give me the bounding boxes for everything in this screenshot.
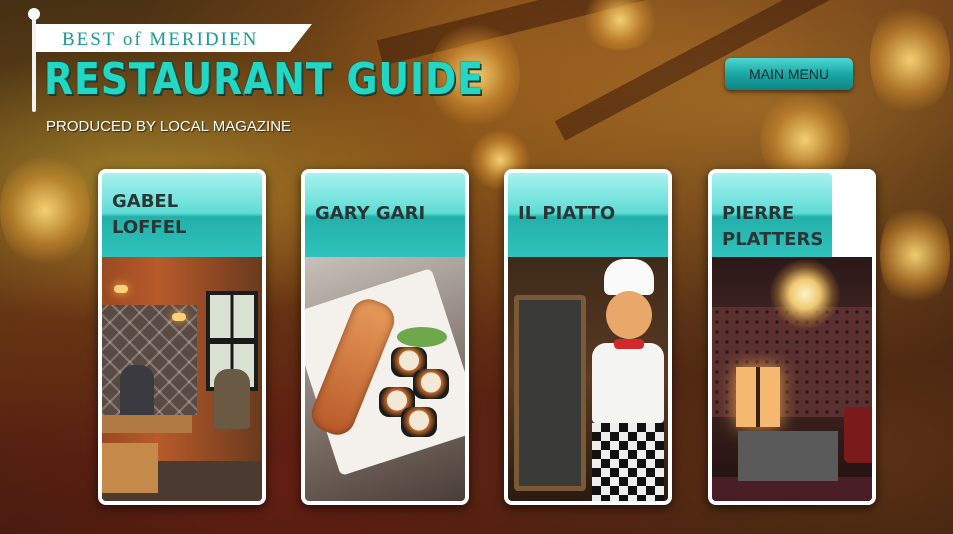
- restaurant-name: GARY GARI: [305, 173, 465, 257]
- restaurant-card-gary-gari[interactable]: GARY GARI: [301, 169, 469, 505]
- table: [102, 443, 158, 493]
- restaurant-name: PIERRE PLATTERS: [712, 173, 832, 257]
- restaurant-photo: [508, 257, 668, 501]
- flag-pole: [32, 14, 36, 112]
- restaurant-photo: [712, 257, 872, 501]
- garnish: [397, 327, 447, 347]
- background-lamp: [580, 0, 660, 50]
- page-subtitle: PRODUCED BY LOCAL MAGAZINE: [46, 118, 292, 135]
- wall-lamp: [172, 313, 186, 321]
- restaurant-card-il-piatto[interactable]: IL PIATTO: [504, 169, 672, 505]
- chef-face: [606, 291, 652, 339]
- diner: [214, 369, 250, 429]
- restaurant-name: GABEL LOFFEL: [102, 173, 262, 257]
- main-menu-button[interactable]: MAIN MENU: [725, 58, 853, 90]
- background-lamp: [880, 200, 950, 310]
- guide-logo: BEST of MERIDIEN RESTAURANT GUIDE: [28, 8, 483, 112]
- restaurant-name: IL PIATTO: [508, 173, 668, 257]
- sushi-roll: [413, 369, 449, 399]
- sushi-roll: [401, 407, 437, 437]
- restaurant-photo: [305, 257, 465, 501]
- chef-hat: [604, 259, 654, 295]
- background-lamp: [0, 150, 90, 270]
- logo-kicker: BEST of MERIDIEN: [62, 29, 259, 50]
- chef-body: [592, 343, 664, 423]
- chef-pants: [592, 423, 664, 501]
- table: [102, 415, 192, 433]
- counter: [738, 431, 838, 481]
- restaurant-photo: [102, 257, 262, 501]
- page-title: RESTAURANT GUIDE: [44, 54, 484, 105]
- diner: [120, 365, 154, 417]
- flag-knob: [28, 8, 40, 20]
- chef-scarf: [614, 339, 644, 349]
- chandelier: [770, 259, 840, 329]
- red-sofa: [844, 407, 872, 463]
- chalkboard: [514, 295, 586, 491]
- restaurant-card-pierre-platters[interactable]: PIERRE PLATTERS: [708, 169, 876, 505]
- restaurant-card-gabel-loffel[interactable]: GABEL LOFFEL: [98, 169, 266, 505]
- wall-lamp: [114, 285, 128, 293]
- background-lamp: [870, 0, 950, 120]
- glowing-doorway: [736, 367, 780, 427]
